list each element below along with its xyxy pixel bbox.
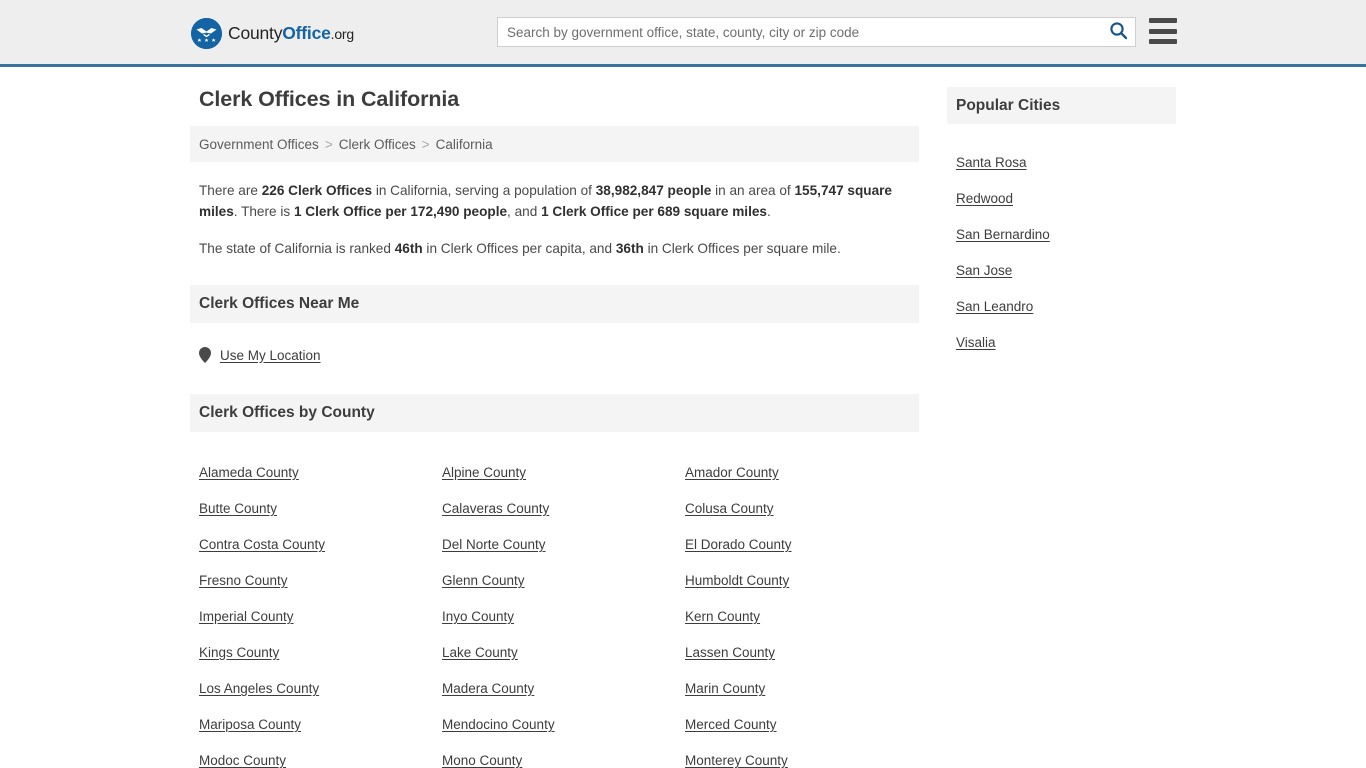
intro-p1-text-d: in an area of (711, 183, 795, 198)
county-link[interactable]: Alameda County (199, 455, 442, 491)
site-logo-text: CountyOffice.org (228, 22, 355, 43)
county-link[interactable]: Los Angeles County (199, 671, 442, 707)
county-link[interactable]: Imperial County (199, 599, 442, 635)
popular-cities-list: Santa Rosa Redwood San Bernardino San Jose S… (947, 124, 1176, 361)
county-link[interactable]: Madera County (442, 671, 685, 707)
near-me-body: Use My Location (190, 323, 919, 368)
eagle-shield-logo-icon (191, 18, 222, 49)
popular-city-link[interactable]: San Leandro (956, 289, 1167, 325)
section-title-near-me: Clerk Offices Near Me (199, 295, 360, 312)
intro-p1-text-f: , and (507, 204, 542, 219)
popular-city-link[interactable]: Redwood (956, 181, 1167, 217)
breadcrumb-item-government-offices[interactable]: Government Offices (199, 137, 319, 152)
intro-p2-text-d: in Clerk Offices per square mile. (643, 241, 841, 256)
intro-paragraph-2: The state of California is ranked 46th i… (199, 238, 910, 259)
county-link[interactable]: Lassen County (685, 635, 928, 671)
use-my-location-link[interactable]: Use My Location (199, 347, 321, 363)
logo-text-county: County (228, 22, 283, 43)
intro-p1-text-c: in California, serving a population of (372, 183, 596, 198)
stat-per-area: 1 Clerk Office per 689 square miles (541, 204, 767, 219)
county-link[interactable]: Mono County (442, 743, 685, 768)
breadcrumb-separator-1: > (324, 136, 333, 152)
hamburger-menu-icon-bar-1 (1149, 18, 1177, 23)
use-my-location-label: Use My Location (220, 347, 321, 363)
breadcrumb: Government Offices > Clerk Offices > Cal… (190, 126, 919, 162)
hamburger-menu-icon-bar-2 (1149, 28, 1177, 34)
search-bar[interactable] (497, 17, 1136, 47)
county-link[interactable]: Merced County (685, 707, 928, 743)
county-link[interactable]: Colusa County (685, 491, 928, 527)
county-link[interactable]: Amador County (685, 455, 928, 491)
popular-city-link[interactable]: Santa Rosa (956, 145, 1167, 181)
stat-rank-per-capita: 46th (394, 241, 423, 256)
hamburger-menu-icon-bar-3 (1149, 39, 1177, 44)
section-header-near-me: Clerk Offices Near Me (190, 285, 919, 323)
popular-city-link[interactable]: San Jose (956, 253, 1167, 289)
section-header-by-county: Clerk Offices by County (190, 394, 919, 432)
intro-p2-text-a: The state of California is ranked (199, 241, 395, 256)
site-logo[interactable]: CountyOffice.org (191, 18, 354, 49)
county-link[interactable]: Humboldt County (685, 563, 928, 599)
stat-office-count: 226 Clerk Offices (261, 183, 373, 198)
intro-statistics: There are 226 Clerk Offices in Californi… (190, 162, 919, 259)
county-links-grid: Alameda County Alpine County Amador County… (190, 432, 919, 768)
county-link[interactable]: Inyo County (442, 599, 685, 635)
sidebar-popular-cities: Popular Cities Santa Rosa Redwood San Bern… (947, 87, 1176, 361)
intro-p1-text-e: . There is (233, 204, 294, 219)
stat-population: 38,982,847 people (595, 183, 712, 198)
stat-rank-per-sq-mile: 36th (615, 241, 644, 256)
logo-text-org: .org (330, 25, 355, 42)
county-link[interactable]: Mariposa County (199, 707, 442, 743)
county-link[interactable]: Alpine County (442, 455, 685, 491)
county-link[interactable]: Marin County (685, 671, 928, 707)
popular-city-link[interactable]: San Bernardino (956, 217, 1167, 253)
search-button[interactable] (1101, 18, 1135, 46)
section-title-by-county: Clerk Offices by County (199, 404, 375, 421)
search-icon (1109, 21, 1128, 43)
stat-per-people: 1 Clerk Office per 172,490 people (293, 204, 508, 219)
county-link[interactable]: Calaveras County (442, 491, 685, 527)
popular-city-link[interactable]: Visalia (956, 325, 1167, 361)
breadcrumb-item-california: California (435, 136, 493, 152)
intro-p1-text-a: There are (199, 183, 262, 198)
county-link[interactable]: El Dorado County (685, 527, 928, 563)
hamburger-menu-button[interactable] (1149, 18, 1177, 44)
main-column: Clerk Offices in California Government O… (190, 87, 919, 768)
county-link[interactable]: Fresno County (199, 563, 442, 599)
county-link[interactable]: Lake County (442, 635, 685, 671)
map-pin-icon (199, 347, 211, 363)
search-input[interactable] (498, 18, 1101, 46)
sidebar-header: Popular Cities (947, 87, 1176, 124)
county-link[interactable]: Monterey County (685, 743, 928, 768)
logo-text-office: Office (282, 22, 331, 43)
county-link[interactable]: Modoc County (199, 743, 442, 768)
site-header: CountyOffice.org (0, 0, 1366, 67)
county-link[interactable]: Glenn County (442, 563, 685, 599)
county-link[interactable]: Kings County (199, 635, 442, 671)
breadcrumb-separator-2: > (421, 136, 430, 152)
intro-p1-text-g: . (767, 204, 771, 219)
intro-paragraph-1: There are 226 Clerk Offices in Californi… (199, 180, 910, 222)
county-link[interactable]: Contra Costa County (199, 527, 442, 563)
sidebar-title: Popular Cities (956, 96, 1061, 114)
breadcrumb-item-clerk-offices[interactable]: Clerk Offices (339, 137, 416, 152)
intro-p2-text-c: in Clerk Offices per capita, and (422, 241, 616, 256)
county-link[interactable]: Del Norte County (442, 527, 685, 563)
content-container: Clerk Offices in California Government O… (190, 67, 1176, 768)
county-link[interactable]: Butte County (199, 491, 442, 527)
page-title: Clerk Offices in California (199, 87, 460, 111)
county-link[interactable]: Kern County (685, 599, 928, 635)
county-link[interactable]: Mendocino County (442, 707, 685, 743)
page-body: Clerk Offices in California Government O… (0, 67, 1366, 768)
